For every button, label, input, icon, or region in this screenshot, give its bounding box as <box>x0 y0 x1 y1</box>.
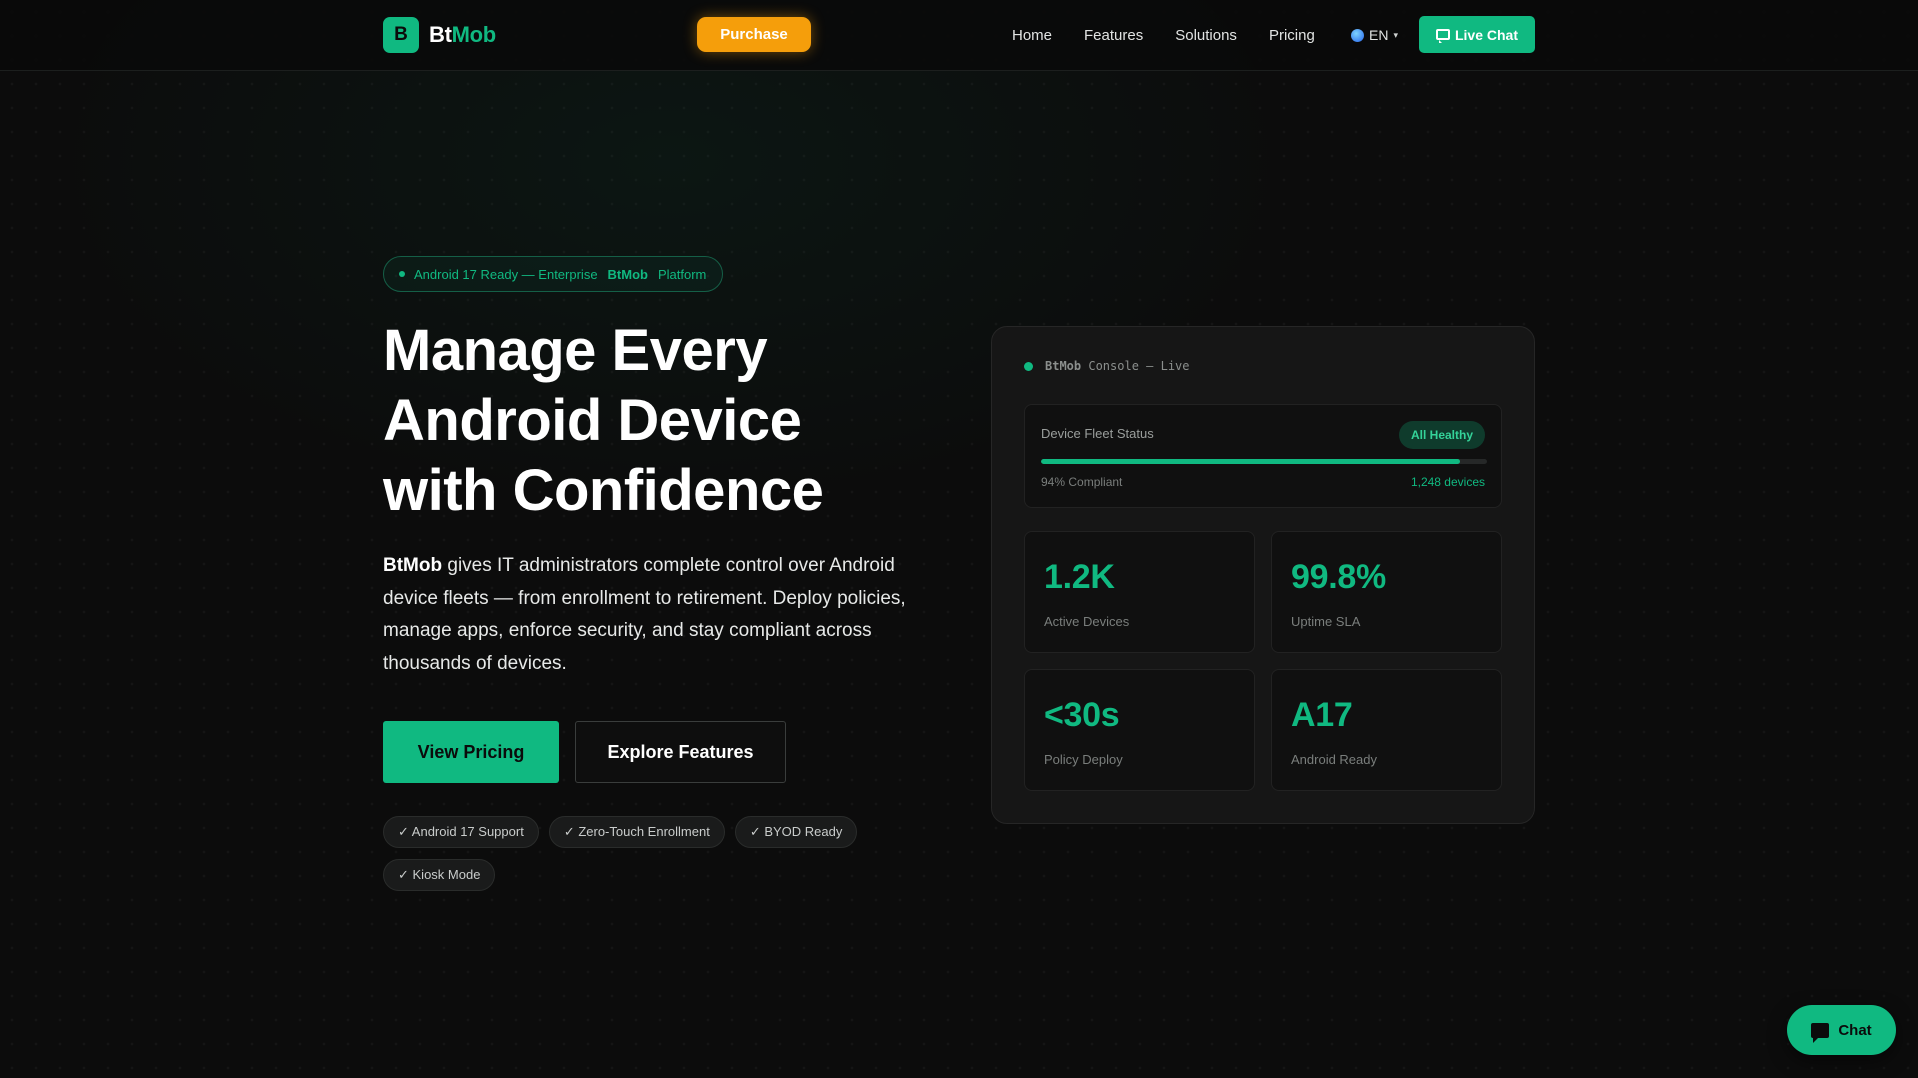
stat-label: Android Ready <box>1291 752 1377 767</box>
compliance-progress-bar <box>1041 459 1487 464</box>
purchase-button[interactable]: Purchase <box>697 17 811 52</box>
feature-tag: ✓ Zero-Touch Enrollment <box>548 816 725 848</box>
stat-label: Uptime SLA <box>1291 614 1361 629</box>
nav-link-pricing[interactable]: Pricing <box>1269 27 1315 44</box>
announcement-brand: BtMob <box>607 266 648 282</box>
explore-features-button[interactable]: Explore Features <box>575 721 786 783</box>
hero-description: BtMob gives IT administrators complete c… <box>383 550 913 680</box>
console-header: BtMob Console — Live <box>1024 359 1190 373</box>
announcement-pill: Android 17 Ready — Enterprise BtMob Plat… <box>383 256 724 292</box>
top-navbar: B BtMob Purchase Home Features Solutions… <box>0 0 1918 71</box>
brand-name: BtMob <box>429 22 496 48</box>
caret-down-icon: ▾ <box>1393 29 1398 40</box>
feature-tag: ✓ Android 17 Support <box>383 816 539 848</box>
stat-value: 99.8% <box>1291 558 1386 596</box>
announcement-text-before: Android 17 Ready — Enterprise <box>414 266 598 282</box>
feature-tags: ✓ Android 17 Support ✓ Zero-Touch Enroll… <box>383 816 903 891</box>
stat-label: Active Devices <box>1044 614 1130 629</box>
language-selector[interactable]: EN ▾ <box>1351 25 1398 45</box>
nav-link-features[interactable]: Features <box>1084 27 1143 44</box>
hero-title-line-1: Manage Every <box>383 318 768 383</box>
live-chat-button[interactable]: Live Chat <box>1419 16 1535 53</box>
stat-card-active-devices: 1.2K Active Devices <box>1024 531 1255 653</box>
hero-title-line-3: with Confidence <box>383 458 824 523</box>
brand-name-part2: Mob <box>451 22 497 47</box>
language-label: EN <box>1369 27 1389 43</box>
fleet-status-title: Device Fleet Status <box>1041 426 1154 441</box>
stat-card-policy-deploy: <30s Policy Deploy <box>1024 669 1255 791</box>
hero-description-text: gives IT administrators complete control… <box>383 555 906 674</box>
fleet-status-panel: Device Fleet Status All Healthy 94% Comp… <box>1024 404 1502 508</box>
nav-links: Home Features Solutions Pricing <box>1012 22 1347 48</box>
logo-badge-icon: B <box>383 17 419 53</box>
chat-widget-label: Chat <box>1838 1021 1872 1039</box>
brand-name-part1: Bt <box>429 22 452 47</box>
status-dot-icon <box>399 271 405 277</box>
nav-link-solutions[interactable]: Solutions <box>1175 27 1237 44</box>
feature-tag: ✓ Kiosk Mode <box>383 859 496 891</box>
live-chat-label: Live Chat <box>1454 26 1518 43</box>
console-header-text: Console — Live <box>1088 359 1190 373</box>
stat-label: Policy Deploy <box>1044 752 1123 767</box>
device-count-label: 1,248 devices <box>1410 475 1485 489</box>
stat-card-android-ready: A17 Android Ready <box>1271 669 1502 791</box>
view-pricing-button[interactable]: View Pricing <box>383 721 559 783</box>
status-badge: All Healthy <box>1398 421 1485 449</box>
live-status-dot-icon <box>1024 361 1033 371</box>
stat-card-uptime: 99.8% Uptime SLA <box>1271 531 1502 653</box>
brand-logo[interactable]: B BtMob <box>383 17 496 53</box>
feature-tag: ✓ BYOD Ready <box>734 816 858 848</box>
hero-title: Manage Every Android Device with Confide… <box>383 316 943 526</box>
hero-description-brand: BtMob <box>383 555 443 576</box>
chat-bubble-icon <box>1435 29 1450 43</box>
hero-title-line-2: Android Device <box>383 388 802 453</box>
console-preview-card: BtMob Console — Live Device Fleet Status… <box>991 326 1535 824</box>
chat-widget-button[interactable]: Chat <box>1787 1005 1896 1055</box>
chat-bubble-icon <box>1811 1022 1830 1043</box>
compliance-progress-fill <box>1041 459 1461 464</box>
globe-icon <box>1351 28 1364 42</box>
compliance-label: 94% Compliant <box>1041 475 1123 489</box>
nav-link-home[interactable]: Home <box>1012 27 1052 44</box>
console-header-brand: BtMob <box>1045 359 1082 373</box>
announcement-text-after: Platform <box>657 266 707 282</box>
stat-value: 1.2K <box>1044 558 1115 596</box>
stat-value: A17 <box>1291 696 1353 734</box>
stat-value: <30s <box>1044 696 1120 734</box>
